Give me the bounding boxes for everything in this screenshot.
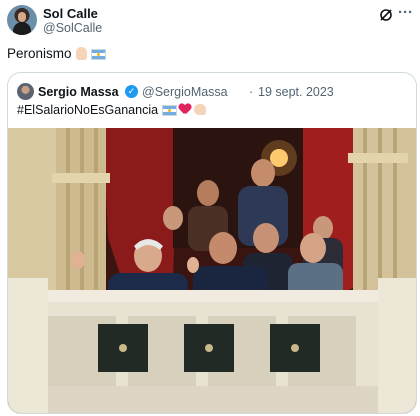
quoted-header: Sergio Massa ✓ @SergioMassa · 19 sept. 2… (17, 83, 407, 101)
argentina-flag-emoji (90, 49, 106, 60)
quoted-tweet[interactable]: Sergio Massa ✓ @SergioMassa · 19 sept. 2… (7, 72, 417, 414)
avatar-face (18, 12, 26, 22)
more-icon[interactable]: ··· (398, 5, 413, 20)
tweet-header: Sol Calle @SolCalle ··· (7, 5, 413, 39)
quoted-date[interactable]: 19 sept. 2023 (258, 85, 334, 99)
red-heart-emoji (179, 104, 191, 115)
tweet-body: Peronismo (7, 46, 72, 61)
author-handle[interactable]: @SolCalle (43, 21, 102, 35)
quoted-text: #ElSalarioNoEsGanancia (17, 103, 207, 117)
author-name[interactable]: Sol Calle (43, 6, 98, 21)
photo-illustration (8, 128, 416, 413)
avatar[interactable] (7, 5, 37, 35)
verified-badge-icon: ✓ (125, 85, 138, 98)
tweet-photo[interactable] (8, 128, 416, 413)
hashtag-link[interactable]: #ElSalarioNoEsGanancia (17, 103, 158, 117)
raised-hand-emoji (75, 47, 87, 60)
quoted-author-name[interactable]: Sergio Massa (38, 85, 119, 99)
quoted-avatar[interactable] (17, 83, 34, 100)
quoted-author-handle[interactable]: @SergioMassa (142, 85, 228, 99)
grok-icon[interactable] (379, 8, 393, 22)
argentina-flag-emoji (162, 105, 178, 116)
flexed-biceps-emoji (194, 104, 207, 115)
avatar-body (13, 22, 31, 35)
tweet-card[interactable]: Sol Calle @SolCalle ··· Peronismo Sergio… (0, 0, 420, 416)
tweet-text: Peronismo (7, 46, 106, 61)
separator-dot: · (249, 85, 254, 99)
